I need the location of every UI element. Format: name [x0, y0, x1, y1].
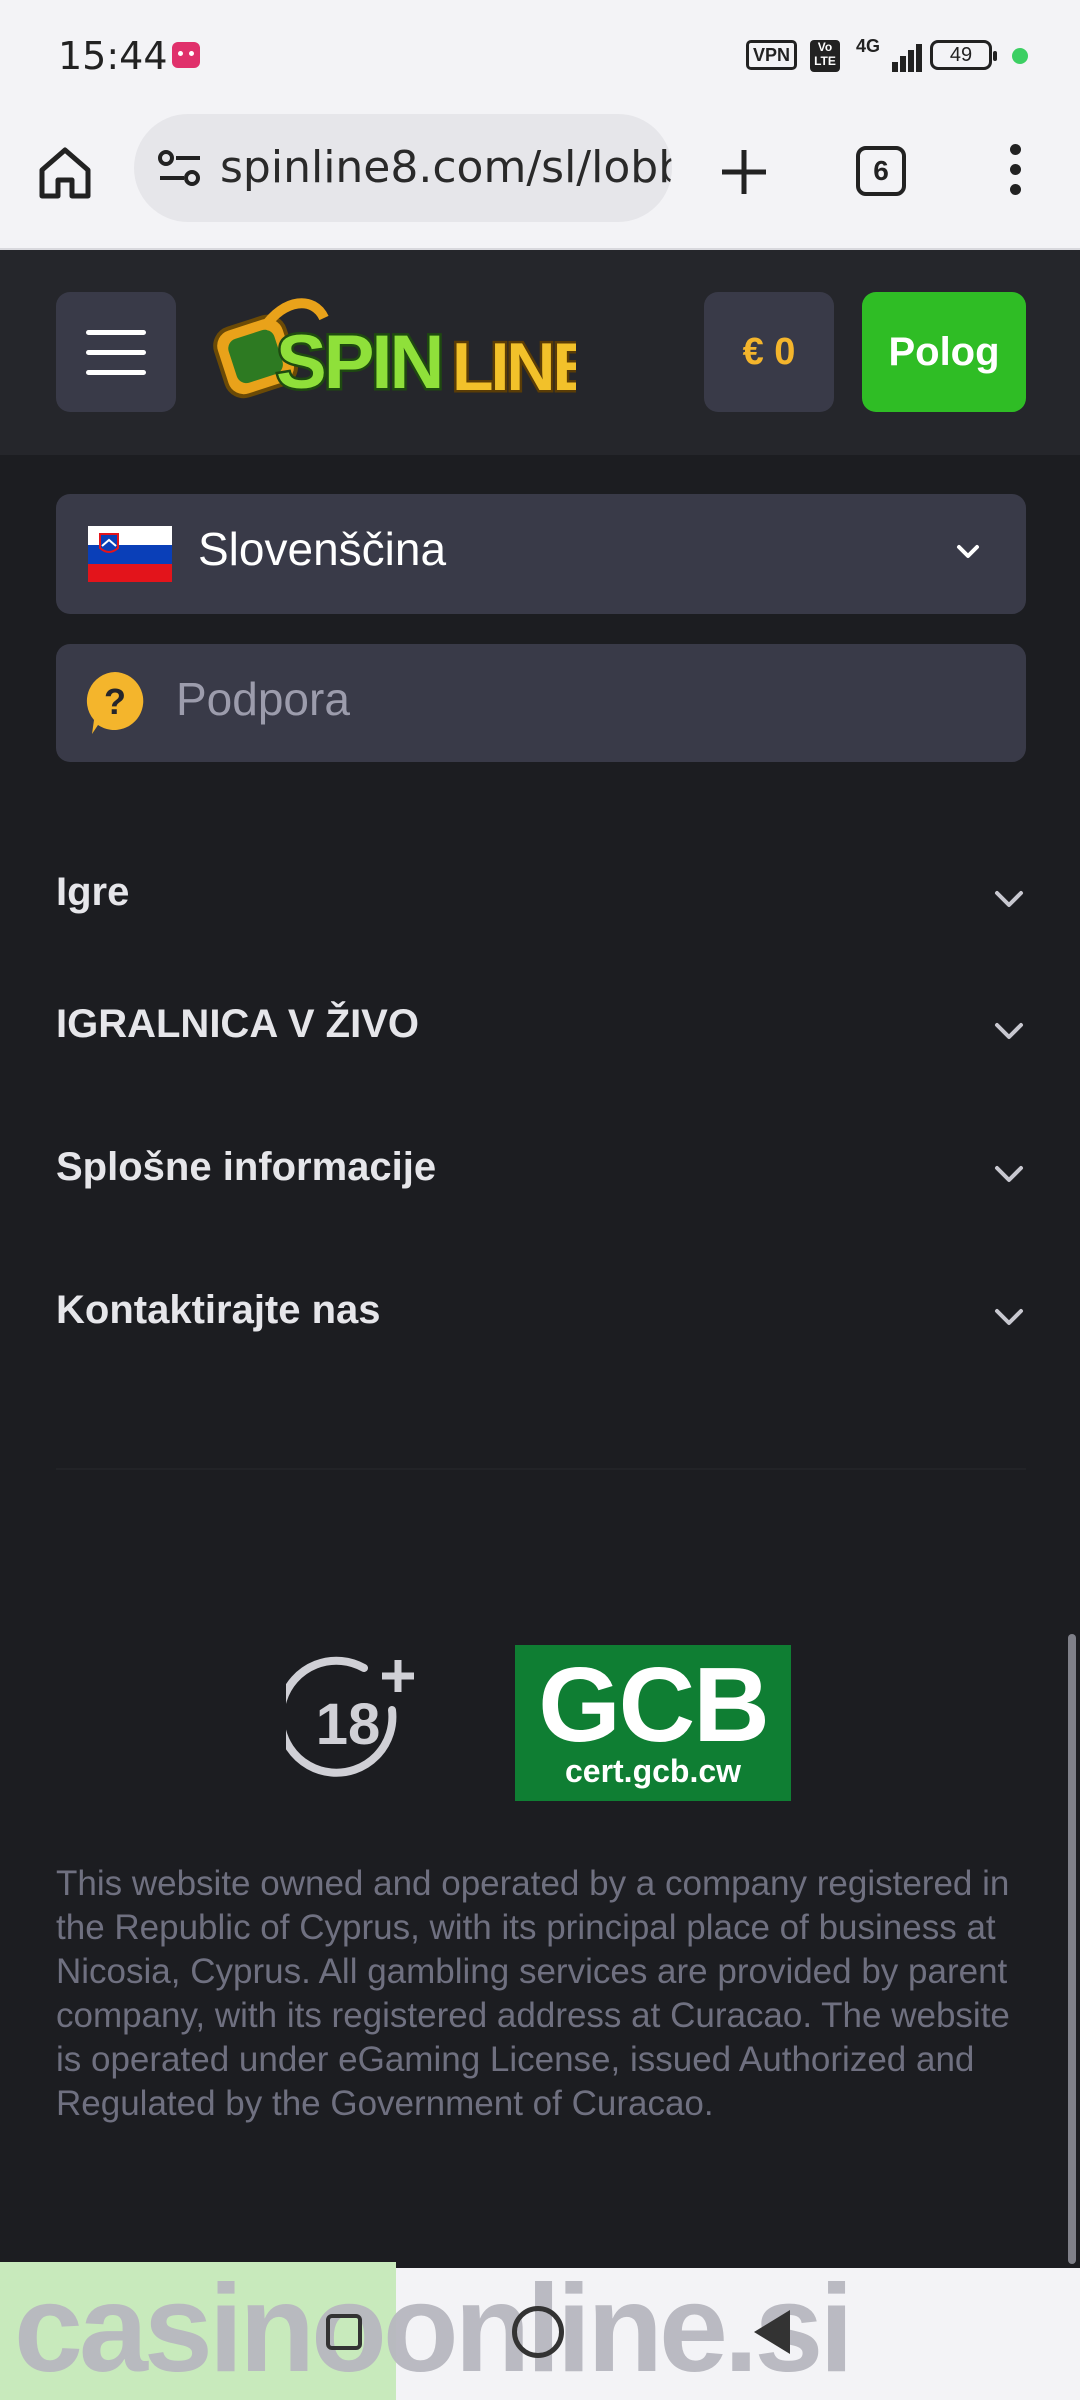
site-settings-icon[interactable]: [156, 148, 204, 190]
divider: [56, 1468, 1026, 1470]
clock: 15:44: [58, 34, 168, 78]
new-tab-icon[interactable]: [718, 146, 770, 198]
status-bar: 15:44 VPN Vo LTE 4G 49: [0, 0, 1080, 112]
scrollbar[interactable]: [1068, 1634, 1076, 2264]
browser-toolbar: spinline8.com/sl/lobby 6: [0, 112, 1080, 250]
accordion-contact[interactable]: Kontaktirajte nas: [56, 1274, 1026, 1354]
svg-text:SPIN: SPIN: [276, 320, 441, 405]
accordion-games[interactable]: Igre: [56, 856, 1026, 936]
gcb-title: GCB: [538, 1646, 770, 1764]
address-bar[interactable]: spinline8.com/sl/lobby: [134, 114, 672, 222]
hamburger-menu-button[interactable]: [56, 292, 176, 412]
site-header: SPIN LINE € 0 Polog: [0, 250, 1080, 455]
active-dot-icon: [1012, 48, 1028, 64]
signal-icon: [870, 40, 922, 72]
age-18-plus-icon: 18: [276, 1654, 420, 1788]
robot-notification-icon: [172, 42, 200, 68]
back-icon[interactable]: [754, 2310, 790, 2354]
slovenia-flag-icon: [88, 526, 172, 582]
chevron-down-icon: [954, 538, 982, 566]
battery-icon: 49: [930, 40, 997, 70]
volte-icon: Vo LTE: [810, 40, 840, 72]
gcb-license-badge[interactable]: GCB cert.gcb.cw: [515, 1645, 791, 1801]
vpn-icon: VPN: [746, 40, 798, 70]
home-nav-icon[interactable]: [512, 2306, 564, 2358]
legal-text: This website owned and operated by a com…: [56, 1864, 1010, 2123]
language-select[interactable]: Slovenščina: [56, 494, 1026, 614]
accordion-label: Kontaktirajte nas: [56, 1288, 381, 1332]
spinline-logo[interactable]: SPIN LINE: [204, 288, 601, 418]
tabs-icon[interactable]: 6: [856, 146, 906, 196]
svg-text:LINE: LINE: [452, 329, 576, 405]
chevron-down-icon: [992, 1016, 1026, 1046]
accordion-label: IGRALNICA V ŽIVO: [56, 1002, 419, 1046]
support-label: Podpora: [176, 673, 350, 725]
accordion-live-casino[interactable]: IGRALNICA V ŽIVO: [56, 988, 1026, 1068]
watermark: casinoonline.si: [14, 2260, 854, 2398]
more-menu-icon[interactable]: [1000, 144, 1030, 204]
recent-apps-icon[interactable]: [326, 2314, 362, 2350]
chevron-down-icon: [992, 884, 1026, 914]
deposit-button[interactable]: Polog: [862, 292, 1026, 412]
gcb-subtitle: cert.gcb.cw: [564, 1753, 742, 1789]
chevron-down-icon: [992, 1302, 1026, 1332]
support-button[interactable]: ? Podpora: [56, 644, 1026, 762]
home-icon[interactable]: [34, 142, 96, 204]
chevron-down-icon: [992, 1159, 1026, 1189]
language-label: Slovenščina: [198, 523, 447, 575]
url-text[interactable]: spinline8.com/sl/lobby: [220, 142, 672, 193]
accordion-general-info[interactable]: Splošne informacije: [56, 1131, 1026, 1211]
svg-text:18: 18: [316, 1692, 381, 1757]
accordion-label: Igre: [56, 870, 130, 914]
svg-text:?: ?: [104, 681, 126, 722]
balance-display[interactable]: € 0: [704, 292, 834, 412]
help-icon: ?: [84, 670, 146, 736]
accordion-label: Splošne informacije: [56, 1145, 437, 1189]
